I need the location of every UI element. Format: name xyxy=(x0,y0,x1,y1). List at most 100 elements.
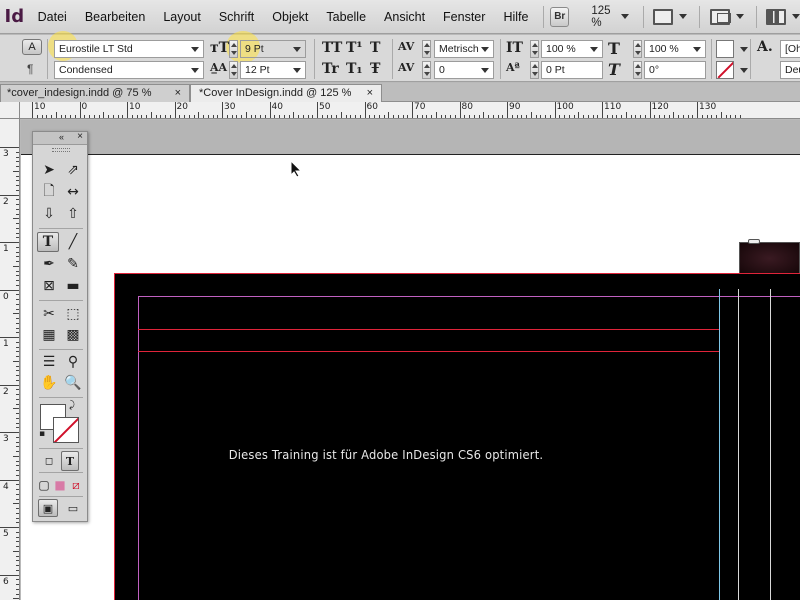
horizontal-ruler[interactable]: 10 0 10 20 30 40 50 60 70 80 90 100 110 120 130 xyxy=(20,102,800,119)
close-icon[interactable]: × xyxy=(367,85,373,102)
stroke-color-box[interactable] xyxy=(53,417,79,443)
ruler-origin[interactable] xyxy=(0,102,20,119)
ruler-minor-tick xyxy=(374,115,375,118)
skew-stepper[interactable] xyxy=(633,61,642,79)
direct-selection-tool-icon[interactable]: ⇗ xyxy=(62,160,84,180)
menu-schrift[interactable]: Schrift xyxy=(210,10,263,24)
menu-bearbeiten[interactable]: Bearbeiten xyxy=(76,10,154,24)
tools-panel-header[interactable]: « × xyxy=(33,131,87,145)
underline-icon[interactable]: T xyxy=(370,40,380,56)
tab-cover-indesign-125[interactable]: *Cover InDesign.indd @ 125 % × xyxy=(190,84,382,102)
normal-view-icon[interactable]: ▣ xyxy=(38,499,58,517)
document-canvas[interactable]: Dieses Training ist für Adobe InDesign C… xyxy=(21,120,800,600)
horizontal-scale-field[interactable]: 100 % xyxy=(644,40,706,58)
baseline-shift-stepper[interactable] xyxy=(530,61,539,79)
tracking-stepper[interactable] xyxy=(422,61,431,79)
gap-tool-icon[interactable]: ↔ xyxy=(62,182,84,202)
font-family-field[interactable]: Eurostile LT Std xyxy=(54,40,204,58)
panel-grip[interactable] xyxy=(33,145,87,153)
zoom-dropdown[interactable]: 125 % xyxy=(591,5,629,29)
vertical-ruler[interactable]: 3 2 1 0 1 2 3 4 5 6 xyxy=(0,119,20,600)
ruler-minor-tick xyxy=(526,115,527,118)
eyedropper-tool-icon[interactable]: ⚲ xyxy=(62,352,84,372)
menu-layout[interactable]: Layout xyxy=(154,10,210,24)
pencil-tool-icon[interactable]: ✎ xyxy=(62,254,84,274)
scissors-tool-icon[interactable]: ✂ xyxy=(38,304,60,324)
arrange-documents-icon[interactable] xyxy=(766,8,787,25)
apply-color-icon[interactable]: ▢ xyxy=(36,475,52,495)
vertical-scale-field[interactable]: 100 % xyxy=(541,40,603,58)
content-collector-icon[interactable]: ⇩ xyxy=(38,204,60,224)
default-colors-icon[interactable]: ▪ xyxy=(36,428,48,440)
selection-tool-icon[interactable]: ➤ xyxy=(38,160,60,180)
formatting-container-icon[interactable]: ◻ xyxy=(41,451,57,471)
vertical-scale-stepper[interactable] xyxy=(530,40,539,58)
apply-gradient-icon[interactable]: ■ xyxy=(52,475,68,495)
subscript-icon[interactable]: T₁ xyxy=(346,61,363,77)
language-field[interactable]: Deu xyxy=(780,61,800,79)
menu-fenster[interactable]: Fenster xyxy=(434,10,494,24)
kerning-field[interactable]: Metrisch xyxy=(434,40,494,58)
baseline-shift-field[interactable]: 0 Pt xyxy=(541,61,603,79)
ruler-minor-tick xyxy=(635,115,637,118)
character-style-field[interactable]: [Oh xyxy=(780,40,800,58)
placed-image-frame[interactable] xyxy=(739,239,800,275)
content-placer-icon[interactable]: ⇧ xyxy=(62,204,84,224)
note-tool-icon[interactable]: ☰ xyxy=(38,352,60,372)
pen-tool-icon[interactable]: ✒ xyxy=(38,254,60,274)
fill-swatch[interactable] xyxy=(716,40,734,58)
chevron-down-icon[interactable] xyxy=(740,68,748,73)
menu-hilfe[interactable]: Hilfe xyxy=(494,10,537,24)
zoom-tool-icon[interactable]: 🔍 xyxy=(62,373,84,393)
headline-text[interactable]: Dieses Training ist für Adobe InDesign C… xyxy=(193,447,579,462)
tracking-field[interactable]: 0 xyxy=(434,61,494,79)
rectangle-tool-icon[interactable]: ▬ xyxy=(62,276,84,296)
line-tool-icon[interactable]: ╱ xyxy=(62,232,84,252)
menu-tabelle[interactable]: Tabelle xyxy=(317,10,375,24)
small-caps-icon[interactable]: Tr xyxy=(322,61,339,77)
leading-field[interactable]: 12 Pt xyxy=(240,61,306,79)
chevron-down-icon[interactable] xyxy=(679,14,688,19)
close-icon[interactable]: × xyxy=(175,85,181,102)
menu-ansicht[interactable]: Ansicht xyxy=(375,10,434,24)
font-size-stepper[interactable] xyxy=(229,40,238,58)
menu-objekt[interactable]: Objekt xyxy=(263,10,317,24)
bridge-button[interactable]: Br xyxy=(550,6,570,27)
type-tool-icon[interactable]: T xyxy=(37,232,59,252)
view-options-icon[interactable] xyxy=(653,8,674,25)
tab-cover-indesign-75[interactable]: *cover_indesign.indd @ 75 % × xyxy=(0,84,190,102)
rectangle-frame-tool-icon[interactable]: ⊠ xyxy=(38,276,60,296)
superscript-icon[interactable]: T¹ xyxy=(346,40,363,56)
skew-field[interactable]: 0° xyxy=(644,61,706,79)
page-tool-icon[interactable]: 🗋 xyxy=(38,182,60,202)
gradient-swatch-tool-icon[interactable]: ▦ xyxy=(38,325,60,345)
leading-stepper[interactable] xyxy=(229,61,238,79)
swap-colors-icon[interactable]: ⤸ xyxy=(65,398,79,412)
chevron-down-icon[interactable] xyxy=(740,47,748,52)
screen-mode-icon[interactable] xyxy=(709,8,731,25)
ruler-tick xyxy=(0,147,19,148)
gradient-feather-tool-icon[interactable]: ▩ xyxy=(62,325,84,345)
free-transform-tool-icon[interactable]: ⬚ xyxy=(62,304,84,324)
formatting-text-icon[interactable]: T xyxy=(61,451,79,471)
stroke-swatch[interactable] xyxy=(716,61,734,79)
chevron-down-icon[interactable] xyxy=(735,14,744,19)
cover-artwork[interactable] xyxy=(114,273,800,600)
strikethrough-icon[interactable]: Ŧ xyxy=(370,61,380,77)
horizontal-scale-stepper[interactable] xyxy=(633,40,642,58)
font-style-value: Condensed xyxy=(59,64,113,76)
hand-tool-icon[interactable]: ✋ xyxy=(38,373,60,393)
font-size-field[interactable]: 9 Pt xyxy=(240,40,306,58)
chevron-down-icon[interactable] xyxy=(792,14,800,19)
character-formatting-button[interactable]: A xyxy=(22,39,42,55)
all-caps-icon[interactable]: TT xyxy=(322,40,342,56)
preview-mode-icon[interactable]: ▭ xyxy=(63,499,83,517)
close-icon[interactable]: × xyxy=(77,131,83,142)
apply-none-icon[interactable]: ⧄ xyxy=(68,475,84,495)
collapse-icon[interactable]: « xyxy=(59,132,64,142)
font-style-field[interactable]: Condensed xyxy=(54,61,204,79)
paragraph-formatting-button[interactable]: ¶ xyxy=(27,62,33,76)
frame-handle[interactable] xyxy=(748,239,760,244)
menu-datei[interactable]: Datei xyxy=(29,10,76,24)
kerning-stepper[interactable] xyxy=(422,40,431,58)
